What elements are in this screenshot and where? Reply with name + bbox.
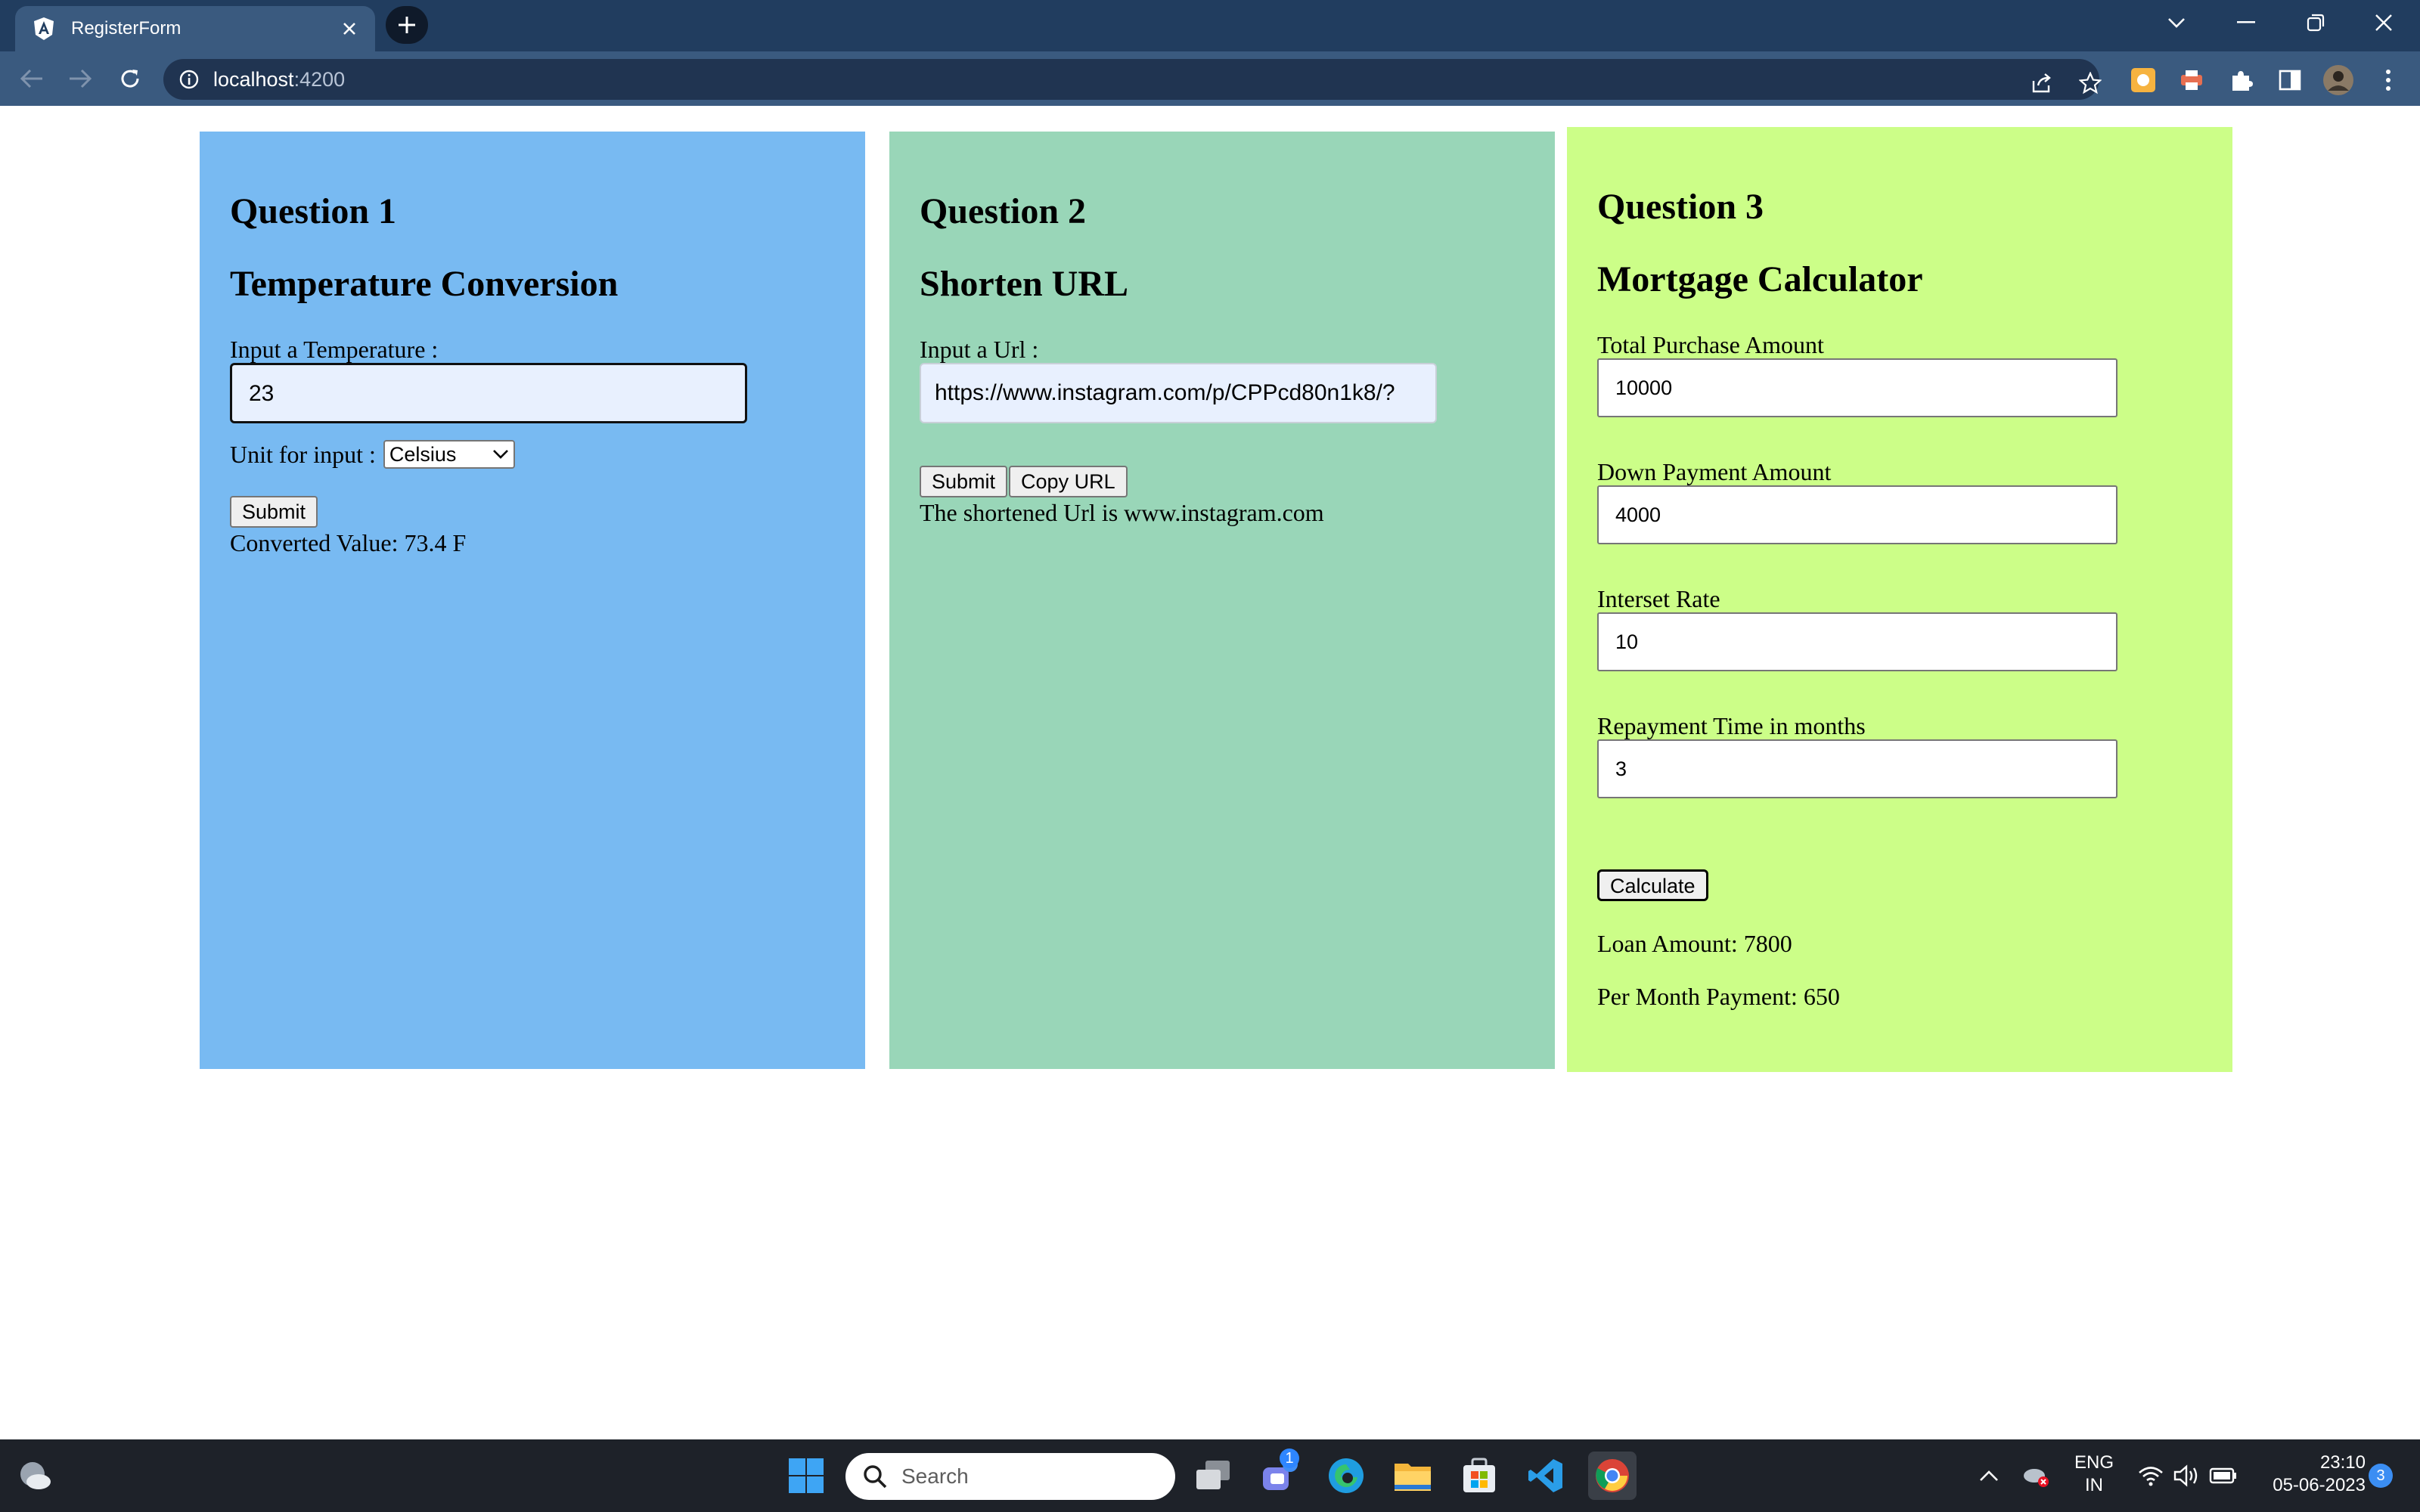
converted-value-text: Converted Value: 73.4 F xyxy=(230,529,467,556)
unit-select[interactable]: Celsius xyxy=(383,440,515,469)
microsoft-store-icon[interactable] xyxy=(1457,1453,1502,1498)
taskbar-search-placeholder: Search xyxy=(901,1464,969,1488)
back-arrow-icon[interactable] xyxy=(15,62,48,95)
notification-badge[interactable]: 3 xyxy=(2369,1464,2393,1488)
windows-taskbar: Search 1 ENG IN 23:10 05-06-2023 3 xyxy=(0,1439,2420,1512)
chevron-down-icon xyxy=(492,450,508,459)
chevron-up-icon[interactable] xyxy=(1966,1453,2012,1498)
url-host: localhost xyxy=(213,67,294,91)
search-icon xyxy=(864,1465,887,1489)
onedrive-icon[interactable] xyxy=(2013,1453,2059,1498)
side-panel-icon[interactable] xyxy=(2275,65,2305,95)
question1-heading: Question 1 xyxy=(230,191,397,231)
angular-icon xyxy=(32,17,56,41)
question1-actions: Submit xyxy=(230,496,835,528)
battery-icon[interactable] xyxy=(2201,1453,2246,1498)
down-payment-input[interactable]: 4000 xyxy=(1597,485,2118,544)
down-payment-label: Down Payment Amount xyxy=(1597,458,1832,485)
unit-selected-value: Celsius xyxy=(389,442,457,466)
profile-avatar[interactable] xyxy=(2323,65,2353,95)
chat-badge: 1 xyxy=(1280,1448,1299,1468)
repayment-time-label: Repayment Time in months xyxy=(1597,712,1866,739)
edge-browser-icon[interactable] xyxy=(1323,1453,1369,1498)
calculate-button[interactable]: Calculate xyxy=(1597,869,1708,901)
shortened-url-text: The shortened Url is www.instagram.com xyxy=(920,499,1324,526)
browser-tab[interactable]: RegisterForm xyxy=(15,6,375,51)
clock-time: 23:10 xyxy=(2319,1452,2366,1473)
purchase-amount-label: Total Purchase Amount xyxy=(1597,331,1824,358)
repayment-time-input[interactable]: 3 xyxy=(1597,739,2118,798)
interest-rate-input[interactable]: 10 xyxy=(1597,612,2118,671)
question3-title: Mortgage Calculator xyxy=(1597,259,1923,299)
close-window-icon[interactable] xyxy=(2363,3,2405,42)
unit-label: Unit for input : xyxy=(230,441,376,468)
tab-title: RegisterForm xyxy=(71,18,182,39)
url-input-label: Input a Url : xyxy=(920,336,1039,363)
language-line1: ENG xyxy=(2074,1452,2114,1473)
address-bar[interactable]: localhost:4200 xyxy=(163,59,2102,100)
loan-amount-text: Loan Amount: 7800 xyxy=(1597,930,1792,957)
browser-menu-icon[interactable] xyxy=(2373,65,2403,95)
clock-date: 05-06-2023 xyxy=(2273,1475,2366,1495)
bookmark-star-icon[interactable] xyxy=(2074,67,2107,100)
extension-printer-icon[interactable] xyxy=(2176,65,2207,95)
browser-tabstrip: RegisterForm xyxy=(0,0,2420,51)
file-explorer-icon[interactable] xyxy=(1390,1453,1435,1498)
question2-actions: Submit Copy URL xyxy=(920,466,1525,497)
question3-heading: Question 3 xyxy=(1597,187,1764,227)
question3-panel: Question 3 Mortgage Calculator Total Pur… xyxy=(1567,127,2232,1072)
question2-title: Shorten URL xyxy=(920,264,1129,304)
clock[interactable]: 23:10 05-06-2023 xyxy=(2252,1452,2366,1497)
task-view-icon[interactable] xyxy=(1190,1453,1236,1498)
question1-panel: Question 1 Temperature Conversion Input … xyxy=(200,132,865,1069)
restore-icon[interactable] xyxy=(2294,3,2337,42)
question2-submit-button[interactable]: Submit xyxy=(920,466,1008,497)
url-port: :4200 xyxy=(293,67,346,91)
question2-panel: Question 2 Shorten URL Input a Url : htt… xyxy=(889,132,1555,1069)
language-line2: IN xyxy=(2085,1475,2103,1495)
extension-orange-icon[interactable] xyxy=(2128,65,2158,95)
url-input[interactable]: https://www.instagram.com/p/CPPcd80n1k8/… xyxy=(920,363,1437,423)
windows-start-icon[interactable] xyxy=(783,1453,829,1498)
forward-arrow-icon[interactable] xyxy=(64,62,97,95)
temperature-input-label: Input a Temperature : xyxy=(230,336,439,363)
url-text: localhost:4200 xyxy=(213,68,345,91)
extensions-puzzle-icon[interactable] xyxy=(2226,65,2257,95)
purchase-amount-input[interactable]: 10000 xyxy=(1597,358,2118,417)
copy-url-button[interactable]: Copy URL xyxy=(1009,466,1128,497)
reload-icon[interactable] xyxy=(113,62,147,95)
question3-actions: Calculate xyxy=(1597,869,2202,901)
browser-toolbar: localhost:4200 xyxy=(0,51,2420,106)
unit-row: Unit for input : Celsius xyxy=(230,440,835,469)
temperature-input[interactable]: 23 xyxy=(230,363,747,423)
weather-icon[interactable] xyxy=(12,1453,57,1498)
teams-chat-icon[interactable]: 1 xyxy=(1257,1448,1302,1498)
minimize-icon[interactable] xyxy=(2225,3,2267,42)
close-tab-icon[interactable] xyxy=(334,14,365,44)
chrome-icon[interactable] xyxy=(1588,1452,1637,1500)
taskbar-search-box[interactable]: Search xyxy=(845,1453,1175,1500)
language-indicator[interactable]: ENG IN xyxy=(2068,1452,2121,1497)
tab-search-icon[interactable] xyxy=(2155,3,2198,42)
question1-submit-button[interactable]: Submit xyxy=(230,496,318,528)
per-month-payment-text: Per Month Payment: 650 xyxy=(1597,983,1840,1010)
new-tab-button[interactable] xyxy=(386,6,428,44)
site-info-icon[interactable] xyxy=(177,67,201,91)
vscode-icon[interactable] xyxy=(1523,1453,1568,1498)
share-icon[interactable] xyxy=(2025,67,2059,100)
question1-title: Temperature Conversion xyxy=(230,264,619,304)
interest-rate-label: Interset Rate xyxy=(1597,585,1720,612)
question2-heading: Question 2 xyxy=(920,191,1087,231)
